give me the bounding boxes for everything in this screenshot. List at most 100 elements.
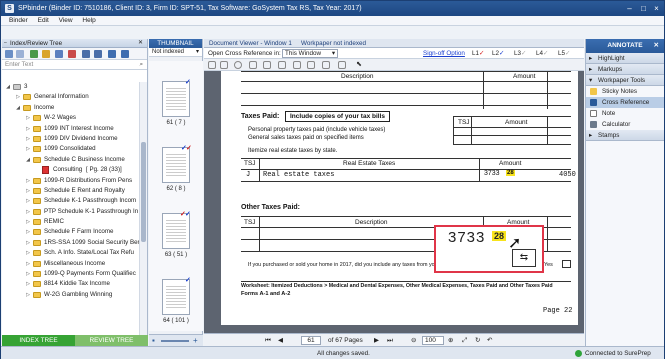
expand-arrow-icon[interactable]: ▷ xyxy=(25,144,31,154)
tool-sticky-notes[interactable]: Sticky Notes xyxy=(586,86,664,97)
open-crossref-select[interactable]: This Window ▾ xyxy=(282,49,338,58)
tree-row-1099div[interactable]: ▷ 1099 DIV Dividend Income xyxy=(2,134,140,144)
expand-arrow-icon[interactable]: ▷ xyxy=(25,259,31,269)
tree-row-misc-income[interactable]: ▷ Miscellaneous Income xyxy=(2,259,140,269)
tree-scrollbar[interactable] xyxy=(139,82,147,335)
close-icon[interactable]: ✕ xyxy=(654,39,659,53)
collapse-arrow-icon[interactable]: ◢ xyxy=(5,82,11,92)
thumbnail-page[interactable] xyxy=(162,147,190,183)
pin-icon[interactable]: ✕ xyxy=(138,39,143,48)
page-number-input[interactable]: 61 xyxy=(301,336,321,345)
signoff-level-l1[interactable]: L1✓ xyxy=(472,48,484,59)
menu-help[interactable]: Help xyxy=(82,16,95,26)
signoff-level-l3[interactable]: L3✓ xyxy=(514,48,526,59)
delete-icon[interactable] xyxy=(68,50,76,58)
text-select-icon[interactable] xyxy=(338,61,346,69)
menu-view[interactable]: View xyxy=(59,16,73,26)
expand-arrow-icon[interactable]: ▷ xyxy=(25,217,31,227)
thumbnail-page[interactable] xyxy=(162,279,190,315)
expand-arrow-icon[interactable]: ▷ xyxy=(25,207,31,217)
annotate-button[interactable]: ANNOTATE ✕ xyxy=(586,39,664,53)
thumbnail-page[interactable] xyxy=(162,213,190,249)
zoom-area-icon[interactable] xyxy=(278,61,286,69)
expand-arrow-icon[interactable]: ▷ xyxy=(25,134,31,144)
tree-row-1099q[interactable]: ▷ 1099-Q Payments Form Qualifiec xyxy=(2,269,140,279)
tree-row-ssa[interactable]: ▷ 1RS-SSA 1099 Social Security Ber xyxy=(2,238,140,248)
zoom-select[interactable]: 100 xyxy=(422,336,444,345)
maximize-icon[interactable]: □ xyxy=(639,4,648,13)
tool-note[interactable]: Note xyxy=(586,108,664,119)
arrow-up-icon[interactable] xyxy=(108,50,116,58)
thumbnail-filter-select[interactable]: Not indexed ▾ xyxy=(149,48,202,57)
menu-edit[interactable]: Edit xyxy=(38,16,49,26)
tree-row-income[interactable]: ◢ Income xyxy=(2,103,140,113)
tree-search-input[interactable]: Enter Text ⌕ xyxy=(2,60,147,70)
expand-arrow-icon[interactable]: ▷ xyxy=(25,238,31,248)
add-icon[interactable] xyxy=(5,50,13,58)
menu-binder[interactable]: Binder xyxy=(9,16,28,26)
tree-row-schedule-e[interactable]: ▷ Schedule E Rent and Royalty xyxy=(2,186,140,196)
signoff-level-l5[interactable]: L5✓ xyxy=(558,48,570,59)
expand-arrow-icon[interactable]: ▷ xyxy=(25,227,31,237)
tool-calculator[interactable]: Calculator xyxy=(586,119,664,130)
tab-document-viewer[interactable]: Document Viewer - Window 1 xyxy=(209,39,292,48)
tree-row-w2g[interactable]: ▷ W-2G Gambling Winning xyxy=(2,290,140,300)
tree-row-schedule-k1[interactable]: ▷ Schedule K-1 Passthrough Incom xyxy=(2,196,140,206)
section-markups[interactable]: ▸ Markups xyxy=(586,64,664,75)
expand-arrow-icon[interactable]: ▷ xyxy=(25,113,31,123)
expand-arrow-icon[interactable]: ▷ xyxy=(25,279,31,289)
arrow-down-icon[interactable] xyxy=(121,50,129,58)
expand-arrow-icon[interactable]: ▷ xyxy=(25,269,31,279)
signoff-level-l4[interactable]: L4✓ xyxy=(536,48,548,59)
tree-row-1099-consolidated[interactable]: ▷ 1099 Consolidated xyxy=(2,144,140,154)
section-workpaper-tools[interactable]: ▾ Workpaper Tools xyxy=(586,75,664,86)
move-down-icon[interactable] xyxy=(94,50,102,58)
tree-row-consulting[interactable]: Consulting [ Pg. 28 (33)] xyxy=(2,165,140,176)
rotate-icon[interactable] xyxy=(220,61,228,69)
tree-row-1099int[interactable]: ▷ 1099 INT Interest Income xyxy=(2,124,140,134)
tree-row-remic[interactable]: ▷ REMIC xyxy=(2,217,140,227)
zoom-in-icon[interactable] xyxy=(293,61,301,69)
scrollbar-thumb[interactable] xyxy=(141,142,146,242)
expand-arrow-icon[interactable]: ▷ xyxy=(15,92,21,102)
tree-row-sch-a-refund[interactable]: ▷ Sch. A Info. State/Local Tax Refu xyxy=(2,248,140,258)
document-page[interactable]: Description Amount Taxes Paid: Include c… xyxy=(221,71,578,325)
hand-tool-icon[interactable] xyxy=(307,61,315,69)
expand-arrow-icon[interactable]: ▷ xyxy=(25,196,31,206)
collapse-arrow-icon[interactable]: ◢ xyxy=(15,103,21,113)
select-tool-icon[interactable] xyxy=(322,61,330,69)
tree-row-w2[interactable]: ▷ W-2 Wages xyxy=(2,113,140,123)
tab-review-tree[interactable]: REVIEW TREE xyxy=(75,335,148,346)
panel-collapse-icon[interactable]: – xyxy=(4,39,7,48)
expand-arrow-icon[interactable]: ▷ xyxy=(25,176,31,186)
search-icon[interactable]: ⌕ xyxy=(139,60,143,70)
folder-add-icon[interactable] xyxy=(42,50,50,58)
tree-row-1099r[interactable]: ▷ 1099-R Distributions From Pens xyxy=(2,176,140,186)
tree-row-8814[interactable]: ▷ 8814 Kiddie Tax Income xyxy=(2,279,140,289)
tree-row-root[interactable]: ◢ 3 xyxy=(2,82,140,92)
rotate-left-icon[interactable] xyxy=(249,61,257,69)
rotate-right-icon[interactable] xyxy=(263,61,271,69)
tree-row-schedule-f[interactable]: ▷ Schedule F Farm Income xyxy=(2,227,140,237)
tree-row-general-information[interactable]: ▷ General Information xyxy=(2,92,140,102)
copy-icon[interactable] xyxy=(55,50,63,58)
minimize-icon[interactable]: – xyxy=(625,4,634,13)
expand-arrow-icon[interactable]: ▷ xyxy=(25,186,31,196)
section-highlight[interactable]: ▸ HighLight xyxy=(586,53,664,64)
tree-row-ptp-k1[interactable]: ▷ PTP Schedule K-1 Passthrough In xyxy=(2,207,140,217)
expand-icon[interactable] xyxy=(30,50,38,58)
close-icon[interactable]: × xyxy=(652,4,661,13)
expand-arrow-icon[interactable]: ▷ xyxy=(25,248,31,258)
tab-index-tree[interactable]: INDEX TREE xyxy=(2,335,75,346)
tool-cross-reference[interactable]: Cross Reference xyxy=(586,97,664,108)
collapse-arrow-icon[interactable]: ◢ xyxy=(25,155,31,165)
signoff-level-l2[interactable]: L2✓ xyxy=(492,48,504,59)
section-stamps[interactable]: ▸ Stamps xyxy=(586,130,664,141)
move-up-icon[interactable] xyxy=(82,50,90,58)
thumbnail-page[interactable] xyxy=(162,81,190,117)
expand-arrow-icon[interactable]: ▷ xyxy=(25,124,31,134)
no-checkbox[interactable] xyxy=(562,260,571,268)
signoff-option-link[interactable]: Sign-off Option xyxy=(423,48,465,59)
cross-reference-tag[interactable]: 28 xyxy=(506,170,515,176)
dropdown-icon[interactable] xyxy=(16,50,24,58)
